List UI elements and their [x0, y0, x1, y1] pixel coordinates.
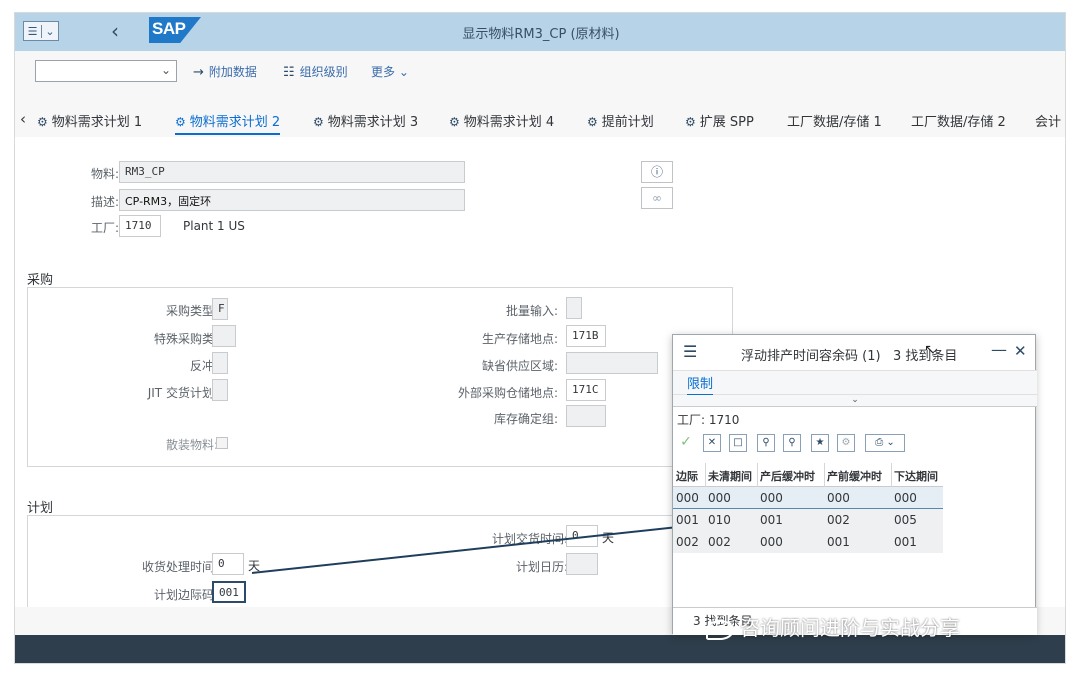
search-icon[interactable]: ⚲: [757, 434, 775, 452]
column-header[interactable]: 边际: [676, 468, 698, 484]
column-header[interactable]: 产前缓冲时: [827, 468, 882, 484]
cancel-icon[interactable]: ✕: [703, 434, 721, 452]
collapse-chevron-icon[interactable]: ⌄: [673, 395, 1037, 407]
column-header[interactable]: 产后缓冲时: [760, 468, 815, 484]
watermark: 咨询顾问进阶与实战分享: [706, 612, 960, 641]
table-row[interactable]: 000 000 000 000 000: [673, 487, 943, 509]
close-icon[interactable]: ✕: [1014, 342, 1027, 360]
results-table: 边际 未清期间 产后缓冲时 产前缓冲时 下达期间 000 000 000 000…: [673, 463, 943, 553]
dialog-header: ☰ 浮动排产时间容余码 (1) 3 找到条目 — ✕: [673, 335, 1037, 371]
print-icon[interactable]: ⎙ ⌄: [865, 434, 905, 452]
value-help-dialog: ☰ 浮动排产时间容余码 (1) 3 找到条目 — ✕ 限制 ⌄ 工厂: 1710…: [672, 334, 1037, 635]
wechat-icon: [706, 619, 734, 640]
mouse-cursor-icon: ↖: [924, 342, 936, 358]
table-header: 边际 未清期间 产后缓冲时 产前缓冲时 下达期间: [673, 463, 943, 487]
dialog-tab-bar: 限制: [673, 371, 1037, 396]
table-row[interactable]: 002 002 000 001 001: [673, 531, 943, 553]
menu-icon[interactable]: ☰: [683, 342, 697, 361]
copy-icon[interactable]: □: [729, 434, 747, 452]
minimize-icon[interactable]: —: [991, 340, 1007, 359]
filter-text: 工厂: 1710: [677, 413, 740, 427]
settings-icon[interactable]: ⚙: [837, 434, 855, 452]
dialog-toolbar: ✓ ✕ □ ⚲ ⚲ ★ ⚙ ⎙ ⌄: [673, 431, 1037, 461]
check-icon[interactable]: ✓: [677, 434, 695, 452]
column-header[interactable]: 未清期间: [708, 468, 752, 484]
tab-restrictions[interactable]: 限制: [687, 373, 714, 396]
column-header[interactable]: 下达期间: [894, 468, 938, 484]
search-next-icon[interactable]: ⚲: [783, 434, 801, 452]
table-row[interactable]: 001 010 001 002 005: [673, 509, 943, 531]
favorite-icon[interactable]: ★: [811, 434, 829, 452]
